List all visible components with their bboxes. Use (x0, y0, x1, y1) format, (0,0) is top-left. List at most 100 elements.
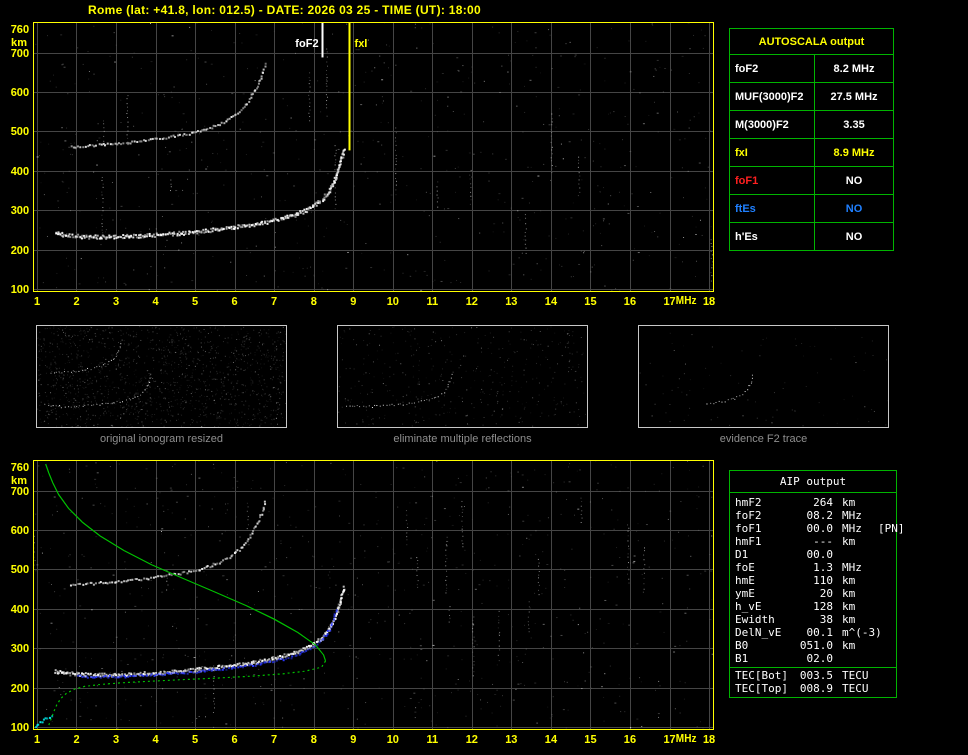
aip-row: ymE20km (730, 587, 896, 600)
bottom-ionogram-canvas (0, 458, 720, 754)
aip-row: Ewidth38km (730, 613, 896, 626)
aip-row-extra (877, 652, 896, 665)
aip-row: foF100.0MHz[PN] (730, 522, 896, 535)
aip-row-unit: km (833, 535, 877, 548)
aip-row-extra (877, 626, 896, 639)
thumbnail-canvas-original (37, 326, 286, 427)
aip-row-extra (877, 639, 896, 652)
autoscala-row-label: foF2 (730, 55, 814, 82)
autoscala-row-label: h'Es (730, 223, 814, 250)
aip-row-value: 00.0 (795, 548, 833, 561)
thumbnail-canvas-f2trace (639, 326, 888, 427)
aip-row-extra (877, 561, 896, 574)
aip-row-extra (877, 574, 896, 587)
aip-row: TEC[Bot]003.5TECU (730, 667, 896, 682)
aip-row-value: 08.2 (795, 509, 833, 522)
thumbnail-panel-f2trace (638, 325, 889, 428)
aip-row-label: D1 (735, 548, 795, 561)
aip-row: h_vE128km (730, 600, 896, 613)
aip-row-value: 051.0 (795, 639, 833, 652)
aip-row-extra (877, 548, 896, 561)
aip-row-extra (877, 496, 896, 509)
aip-row-value: 1.3 (795, 561, 833, 574)
aip-row-label: foF2 (735, 509, 795, 522)
aip-row-label: ymE (735, 587, 795, 600)
aip-row-value: --- (795, 535, 833, 548)
aip-row-label: TEC[Bot] (735, 669, 795, 682)
autoscala-row-value: 8.2 MHz (815, 55, 893, 82)
aip-row-extra (877, 682, 896, 695)
aip-row-label: DelN_vE (735, 626, 795, 639)
aip-row-value: 00.1 (795, 626, 833, 639)
aip-row-value: 003.5 (795, 669, 833, 682)
aip-table-header: AIP output (730, 471, 896, 493)
aip-row-unit (833, 652, 877, 665)
aip-row-label: Ewidth (735, 613, 795, 626)
aip-row-unit: m^(-3) (833, 626, 877, 639)
thumbnail-canvas-filtered (338, 326, 587, 427)
aip-row-value: 008.9 (795, 682, 833, 695)
aip-row-label: B0 (735, 639, 795, 652)
aip-row-label: foF1 (735, 522, 795, 535)
aip-row: DelN_vE00.1m^(-3) (730, 626, 896, 639)
aip-row: D100.0 (730, 548, 896, 561)
thumbnail-caption-original: original ionogram resized (36, 433, 287, 445)
aip-row-label: hmF1 (735, 535, 795, 548)
aip-row-unit: km (833, 574, 877, 587)
aip-row-unit: TECU (833, 669, 877, 682)
autoscala-row-label: foF1 (730, 167, 814, 194)
autoscala-row-value: NO (815, 223, 893, 250)
aip-row: hmE110km (730, 574, 896, 587)
aip-row-extra (877, 587, 896, 600)
aip-row-unit: km (833, 600, 877, 613)
autoscala-row-value: 8.9 MHz (815, 139, 893, 166)
aip-row-label: TEC[Top] (735, 682, 795, 695)
aip-row-extra (877, 669, 896, 682)
aip-row-unit: km (833, 613, 877, 626)
autoscala-row-value: NO (815, 195, 893, 222)
thumbnail-panel-filtered (337, 325, 588, 428)
aip-output-table: AIP outputhmF2264kmfoF208.2MHzfoF100.0MH… (729, 470, 897, 698)
top-ionogram-canvas (0, 20, 720, 312)
aip-row-unit: km (833, 639, 877, 652)
aip-row-extra: [PN] (877, 522, 905, 535)
aip-row-value: 20 (795, 587, 833, 600)
aip-row-value: 38 (795, 613, 833, 626)
autoscala-screen: Rome (lat: +41.8, lon: 012.5) - DATE: 20… (0, 0, 968, 755)
aip-row-extra (877, 600, 896, 613)
autoscala-row-label: fxI (730, 139, 814, 166)
aip-row-unit: MHz (833, 561, 877, 574)
autoscala-row-label: MUF(3000)F2 (730, 83, 814, 110)
aip-row-unit: km (833, 496, 877, 509)
autoscala-row-value: 3.35 (815, 111, 893, 138)
aip-row-label: B1 (735, 652, 795, 665)
aip-row-value: 02.0 (795, 652, 833, 665)
autoscala-row-value: 27.5 MHz (815, 83, 893, 110)
autoscala-output-table: AUTOSCALA outputfoF28.2 MHzMUF(3000)F227… (729, 28, 894, 251)
autoscala-row-label: M(3000)F2 (730, 111, 814, 138)
aip-row-value: 128 (795, 600, 833, 613)
aip-row-unit: MHz (833, 522, 877, 535)
aip-table-body: hmF2264kmfoF208.2MHzfoF100.0MHz[PN]hmF1-… (730, 493, 896, 697)
aip-row-value: 264 (795, 496, 833, 509)
aip-row-unit: MHz (833, 509, 877, 522)
aip-row: foE1.3MHz (730, 561, 896, 574)
aip-row-value: 00.0 (795, 522, 833, 535)
aip-row-unit: km (833, 587, 877, 600)
aip-row-unit: TECU (833, 682, 877, 695)
aip-row: B0051.0km (730, 639, 896, 652)
aip-row: TEC[Top]008.9TECU (730, 682, 896, 695)
aip-row-extra (877, 535, 896, 548)
autoscala-row-value: NO (815, 167, 893, 194)
aip-row-label: hmF2 (735, 496, 795, 509)
autoscala-row-label: ftEs (730, 195, 814, 222)
aip-row-extra (877, 613, 896, 626)
aip-row: hmF2264km (730, 496, 896, 509)
aip-row: B102.0 (730, 652, 896, 665)
aip-row-label: foE (735, 561, 795, 574)
thumbnail-caption-f2trace: evidence F2 trace (638, 433, 889, 445)
autoscala-table-header: AUTOSCALA output (730, 29, 893, 54)
aip-row-unit (833, 548, 877, 561)
aip-row-label: hmE (735, 574, 795, 587)
station-title: Rome (lat: +41.8, lon: 012.5) - DATE: 20… (88, 3, 481, 17)
